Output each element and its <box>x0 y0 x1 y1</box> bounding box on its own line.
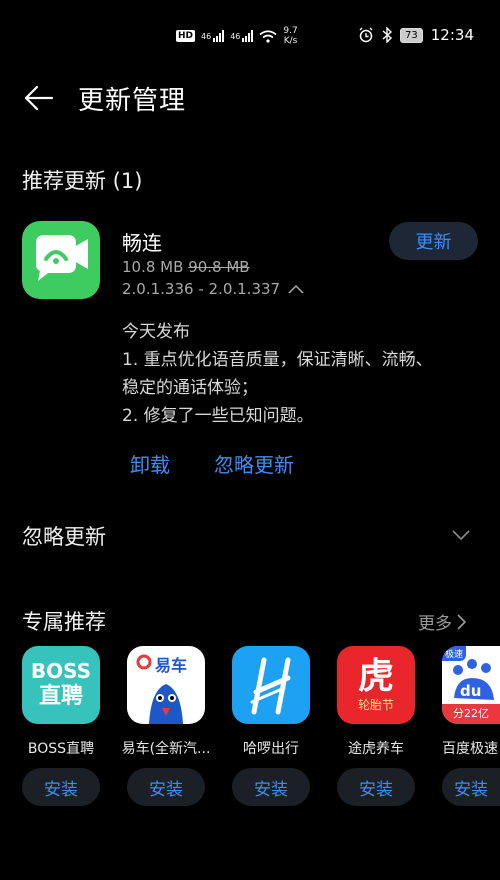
speed-value: 9.7 <box>283 26 298 36</box>
uninstall-link[interactable]: 卸载 <box>130 449 170 478</box>
yiche-app-icon[interactable]: 易车 <box>127 646 205 724</box>
release-note-line: 2. 修复了一些已知问题。 <box>122 406 314 426</box>
speed-unit: K/s <box>283 36 298 46</box>
icon-text: 极速 <box>442 646 467 661</box>
baidu-app-icon[interactable]: 极速 du 分22亿 <box>442 646 500 724</box>
status-right: 73 12:34 <box>358 26 474 44</box>
release-note-line: 1. 重点优化语音质量，保证清晰、流畅、 <box>122 350 433 370</box>
icon-text: 虎 <box>357 656 394 697</box>
status-left: HD 46 46 9.7 K/s <box>176 26 298 46</box>
icon-text: BOSS <box>30 659 92 683</box>
app-version: 2.0.1.336 - 2.0.1.337 <box>122 280 281 298</box>
size-old: 90.8 MB <box>188 258 250 276</box>
page-title: 更新管理 <box>78 86 187 116</box>
battery-indicator: 73 <box>400 27 423 43</box>
install-button[interactable]: 安装 <box>442 768 500 806</box>
boss-app-icon[interactable]: BOSS 直聘 <box>22 646 100 724</box>
app-version-row[interactable]: 2.0.1.336 - 2.0.1.337 <box>122 280 304 298</box>
tuhu-app-icon[interactable]: 虎 轮胎节 <box>337 646 415 724</box>
bluetooth-icon <box>382 27 393 43</box>
chevron-down-icon[interactable] <box>452 528 470 542</box>
app-name: 畅连 <box>122 231 162 255</box>
icon-text: 易车 <box>155 656 188 675</box>
hellobike-app-icon[interactable] <box>232 646 310 724</box>
icon-text: 轮胎节 <box>357 698 394 712</box>
back-arrow-icon[interactable] <box>22 82 54 114</box>
release-date: 今天发布 <box>122 322 190 342</box>
install-button[interactable]: 安装 <box>337 768 415 806</box>
alarm-icon <box>359 27 373 43</box>
chat-camera-icon <box>36 235 88 281</box>
release-note-line: 稳定的通话体验； <box>122 378 258 398</box>
more-label: 更多 <box>418 614 452 634</box>
rec-app-name: 易车(全新汽... <box>121 741 211 757</box>
size-new: 10.8 MB <box>122 258 184 276</box>
changlian-app-icon[interactable] <box>22 221 100 299</box>
chevron-right-icon <box>457 613 466 630</box>
rec-app-name: 百度极速 <box>442 741 498 757</box>
icon-text: du <box>460 682 482 700</box>
signal-icon <box>213 30 225 42</box>
exclusive-recommend-heading: 专属推荐 <box>22 610 106 634</box>
signal-icon-2 <box>242 30 254 42</box>
hellobike-logo-icon <box>250 657 291 715</box>
ignore-update-link[interactable]: 忽略更新 <box>214 449 294 478</box>
recommended-updates-heading: 推荐更新 (1) <box>22 169 143 193</box>
install-button[interactable]: 安装 <box>127 768 205 806</box>
release-notes: 今天发布 1. 重点优化语音质量，保证清晰、流畅、 稳定的通话体验； 2. 修复… <box>122 318 482 430</box>
hd-badge: HD <box>176 30 196 42</box>
sim2-label: 46 <box>230 31 241 41</box>
app-size: 10.8 MB 90.8 MB <box>122 258 250 276</box>
icon-text: 直聘 <box>38 684 83 709</box>
more-link[interactable]: 更多 <box>418 609 466 634</box>
update-button[interactable]: 更新 <box>389 222 478 260</box>
ignored-updates-heading[interactable]: 忽略更新 <box>22 521 106 551</box>
install-button[interactable]: 安装 <box>22 768 100 806</box>
icon-text: 分22亿 <box>442 704 500 724</box>
rec-app-name: BOSS直聘 <box>27 741 95 757</box>
clock: 12:34 <box>430 26 474 44</box>
wifi-icon <box>259 29 277 43</box>
rec-app-name: 途虎养车 <box>348 741 404 757</box>
rec-app-name: 哈啰出行 <box>243 741 299 757</box>
install-button[interactable]: 安装 <box>232 768 310 806</box>
status-bar: HD 46 46 9.7 K/s 73 12:34 <box>0 0 500 70</box>
chevron-up-icon[interactable] <box>288 284 304 294</box>
network-speed: 9.7 K/s <box>283 26 297 46</box>
sim1-label: 46 <box>201 31 212 41</box>
